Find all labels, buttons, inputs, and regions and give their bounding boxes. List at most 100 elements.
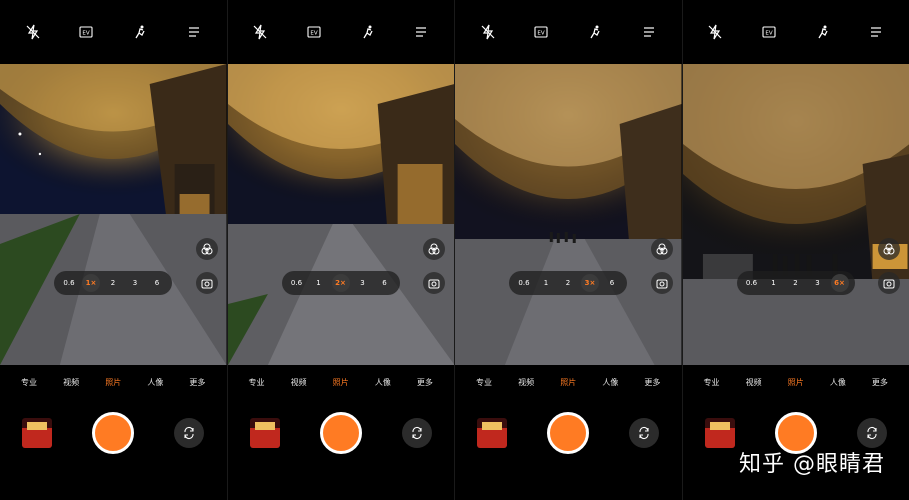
mode-portrait[interactable]: 人像 xyxy=(830,377,846,388)
camera-mode-icon[interactable] xyxy=(195,272,218,294)
filter-button[interactable] xyxy=(195,238,218,260)
camera-comparison-strip: EV 0.6 1× 2 3 6 专业 视频 照片 人像 更多 EV 0.6 1 … xyxy=(0,0,909,500)
flash-off-icon[interactable] xyxy=(23,22,43,42)
gallery-thumbnail[interactable] xyxy=(704,418,735,448)
mode-pro[interactable]: 专业 xyxy=(704,377,720,388)
zoom-option[interactable]: 2 xyxy=(787,274,805,292)
switch-camera-icon[interactable] xyxy=(401,418,432,448)
mode-more[interactable]: 更多 xyxy=(644,377,660,388)
watermark: 知乎 @眼睛君 xyxy=(739,452,885,477)
menu-icon[interactable] xyxy=(411,22,431,42)
mode-video[interactable]: 视频 xyxy=(518,377,534,388)
camera-mode-icon[interactable] xyxy=(878,272,900,294)
zoom-option[interactable]: 1 xyxy=(537,274,555,292)
mode-pro[interactable]: 专业 xyxy=(476,377,492,388)
mode-pro[interactable]: 专业 xyxy=(249,377,265,388)
night-street-scene xyxy=(455,64,682,365)
ev-icon[interactable]: EV xyxy=(76,22,96,42)
shutter-button[interactable] xyxy=(92,412,134,454)
mode-photo[interactable]: 照片 xyxy=(788,377,804,388)
mode-video[interactable]: 视频 xyxy=(291,377,307,388)
ev-icon[interactable]: EV xyxy=(759,22,779,42)
zoom-option[interactable]: 0.6 xyxy=(743,274,761,292)
zoom-option[interactable]: 2 xyxy=(559,274,577,292)
gallery-thumbnail[interactable] xyxy=(249,418,280,448)
mode-more[interactable]: 更多 xyxy=(189,377,205,388)
gallery-thumbnail[interactable] xyxy=(477,418,507,448)
menu-icon[interactable] xyxy=(866,22,886,42)
zoom-option[interactable]: 0.6 xyxy=(515,274,533,292)
zoom-option-active[interactable]: 3× xyxy=(581,274,599,292)
flash-off-icon[interactable] xyxy=(250,22,270,42)
ai-scene-icon[interactable] xyxy=(585,22,605,42)
shutter-button[interactable] xyxy=(319,412,362,454)
mode-video[interactable]: 视频 xyxy=(746,377,762,388)
zoom-option-active[interactable]: 1× xyxy=(82,274,100,292)
camera-topbar: EV xyxy=(455,0,682,64)
zoom-selector[interactable]: 0.6 1 2 3× 6 xyxy=(509,271,627,295)
filter-button[interactable] xyxy=(423,238,445,260)
shutter-bar xyxy=(228,408,455,460)
gallery-thumbnail[interactable] xyxy=(22,418,52,448)
camera-panel-1: EV 0.6 1× 2 3 6 专业 视频 照片 人像 更多 xyxy=(0,0,227,500)
zoom-selector[interactable]: 0.6 1 2× 3 6 xyxy=(281,271,400,295)
mode-portrait[interactable]: 人像 xyxy=(375,377,391,388)
zoom-option[interactable]: 2 xyxy=(104,274,122,292)
zoom-option-active[interactable]: 2× xyxy=(331,274,350,292)
zoom-option[interactable]: 6 xyxy=(603,274,621,292)
zoom-option[interactable]: 6 xyxy=(376,274,394,292)
ev-label: EV xyxy=(765,31,772,37)
filter-button[interactable] xyxy=(650,238,673,260)
switch-camera-icon[interactable] xyxy=(174,418,204,448)
zoom-option[interactable]: 0.6 xyxy=(60,274,78,292)
flash-off-icon[interactable] xyxy=(705,22,725,42)
camera-topbar: EV xyxy=(0,0,227,64)
mode-portrait[interactable]: 人像 xyxy=(147,377,163,388)
zoom-selector[interactable]: 0.6 1× 2 3 6 xyxy=(54,271,172,295)
switch-camera-icon[interactable] xyxy=(856,418,887,448)
camera-panel-3: EV 0.6 1 2 3× 6 专业 视频 照片 人像 更多 xyxy=(455,0,682,500)
zoom-option[interactable]: 1 xyxy=(310,274,328,292)
mode-selector: 专业 视频 照片 人像 更多 xyxy=(683,377,909,388)
ai-scene-icon[interactable] xyxy=(813,22,833,42)
camera-panel-4: EV 0.6 1 2 3 6× 专业 视频 照片 人像 更多 xyxy=(682,0,909,500)
filter-button[interactable] xyxy=(878,238,900,260)
mode-photo[interactable]: 照片 xyxy=(560,377,576,388)
zoom-option[interactable]: 0.6 xyxy=(288,274,306,292)
zoom-option[interactable]: 6 xyxy=(148,274,166,292)
viewfinder[interactable] xyxy=(0,64,227,365)
menu-icon[interactable] xyxy=(184,22,204,42)
camera-mode-icon[interactable] xyxy=(423,272,445,294)
mode-photo[interactable]: 照片 xyxy=(333,377,349,388)
ev-label: EV xyxy=(83,31,90,37)
mode-pro[interactable]: 专业 xyxy=(21,377,37,388)
mode-video[interactable]: 视频 xyxy=(63,377,79,388)
ai-scene-icon[interactable] xyxy=(130,22,150,42)
zoom-option[interactable]: 1 xyxy=(765,274,783,292)
ev-icon[interactable]: EV xyxy=(304,22,324,42)
camera-mode-icon[interactable] xyxy=(650,272,673,294)
mode-more[interactable]: 更多 xyxy=(872,377,888,388)
ev-icon[interactable]: EV xyxy=(531,22,551,42)
switch-camera-icon[interactable] xyxy=(629,418,659,448)
viewfinder[interactable] xyxy=(455,64,682,365)
shutter-button[interactable] xyxy=(547,412,589,454)
zoom-option[interactable]: 3 xyxy=(354,274,372,292)
viewfinder[interactable] xyxy=(227,64,454,365)
menu-icon[interactable] xyxy=(639,22,659,42)
mode-selector: 专业 视频 照片 人像 更多 xyxy=(228,377,455,388)
zoom-option[interactable]: 3 xyxy=(126,274,144,292)
zoom-option[interactable]: 3 xyxy=(809,274,827,292)
mode-photo[interactable]: 照片 xyxy=(105,377,121,388)
zoom-option-active[interactable]: 6× xyxy=(830,274,849,292)
zoom-selector[interactable]: 0.6 1 2 3 6× xyxy=(736,271,855,295)
mode-portrait[interactable]: 人像 xyxy=(602,377,618,388)
ai-scene-icon[interactable] xyxy=(358,22,378,42)
night-street-scene xyxy=(682,64,909,365)
night-street-scene xyxy=(0,64,227,365)
mode-more[interactable]: 更多 xyxy=(417,377,433,388)
flash-off-icon[interactable] xyxy=(478,22,498,42)
viewfinder[interactable] xyxy=(682,64,909,365)
shutter-bar xyxy=(0,408,227,460)
mode-selector: 专业 视频 照片 人像 更多 xyxy=(0,377,227,388)
